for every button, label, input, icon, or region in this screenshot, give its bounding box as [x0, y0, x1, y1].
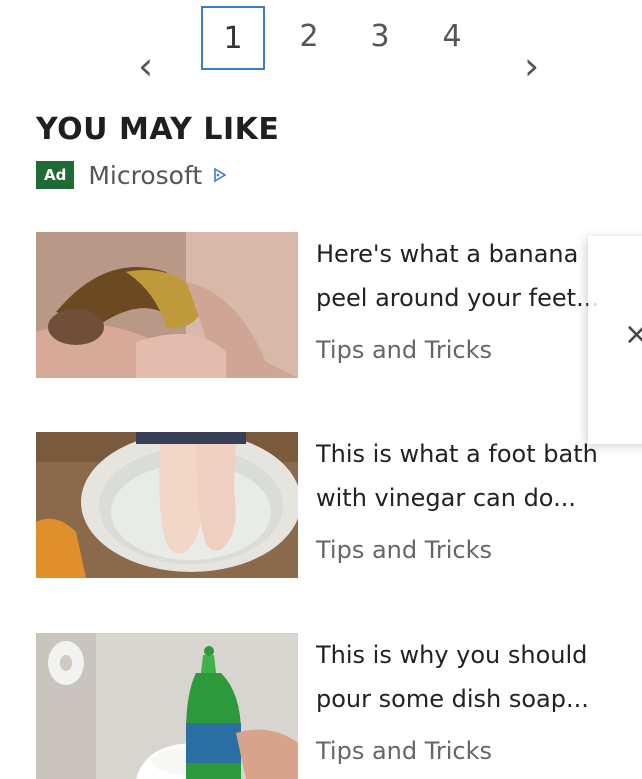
page-3-button[interactable]: 3	[348, 6, 412, 70]
article-card[interactable]: This is what a foot bath with vinegar ca…	[36, 432, 642, 582]
chevron-right-icon[interactable]: ›	[524, 46, 539, 86]
overlay-card[interactable]: ×	[588, 236, 642, 444]
ad-sponsor-link[interactable]: Microsoft	[88, 161, 202, 190]
article-thumbnail[interactable]	[36, 633, 298, 779]
article-card[interactable]: This is why you should pour some dish so…	[36, 633, 642, 779]
pagination: ‹ 1 2 3 4 ›	[0, 0, 642, 100]
page-4-button[interactable]: 4	[420, 6, 484, 70]
ad-badge: Ad	[36, 161, 75, 189]
article-thumbnail[interactable]	[36, 432, 298, 578]
article-title[interactable]: This is what a foot bath with vinegar ca…	[316, 432, 642, 520]
article-title[interactable]: This is why you should pour some dish so…	[316, 633, 642, 721]
article-card[interactable]: Here's what a banana peel around your fe…	[36, 232, 642, 382]
article-source: Tips and Tricks	[316, 536, 493, 564]
close-icon[interactable]: ×	[624, 320, 642, 350]
adchoices-icon[interactable]	[212, 167, 228, 183]
chevron-left-icon[interactable]: ‹	[138, 46, 153, 86]
article-source: Tips and Tricks	[316, 737, 493, 765]
page-2-button[interactable]: 2	[277, 6, 341, 70]
page-1-button[interactable]: 1	[201, 6, 265, 70]
article-thumbnail[interactable]	[36, 232, 298, 378]
article-source: Tips and Tricks	[316, 336, 493, 364]
ad-attribution: Ad Microsoft	[36, 158, 228, 192]
section-title: YOU MAY LIKE	[36, 112, 280, 147]
